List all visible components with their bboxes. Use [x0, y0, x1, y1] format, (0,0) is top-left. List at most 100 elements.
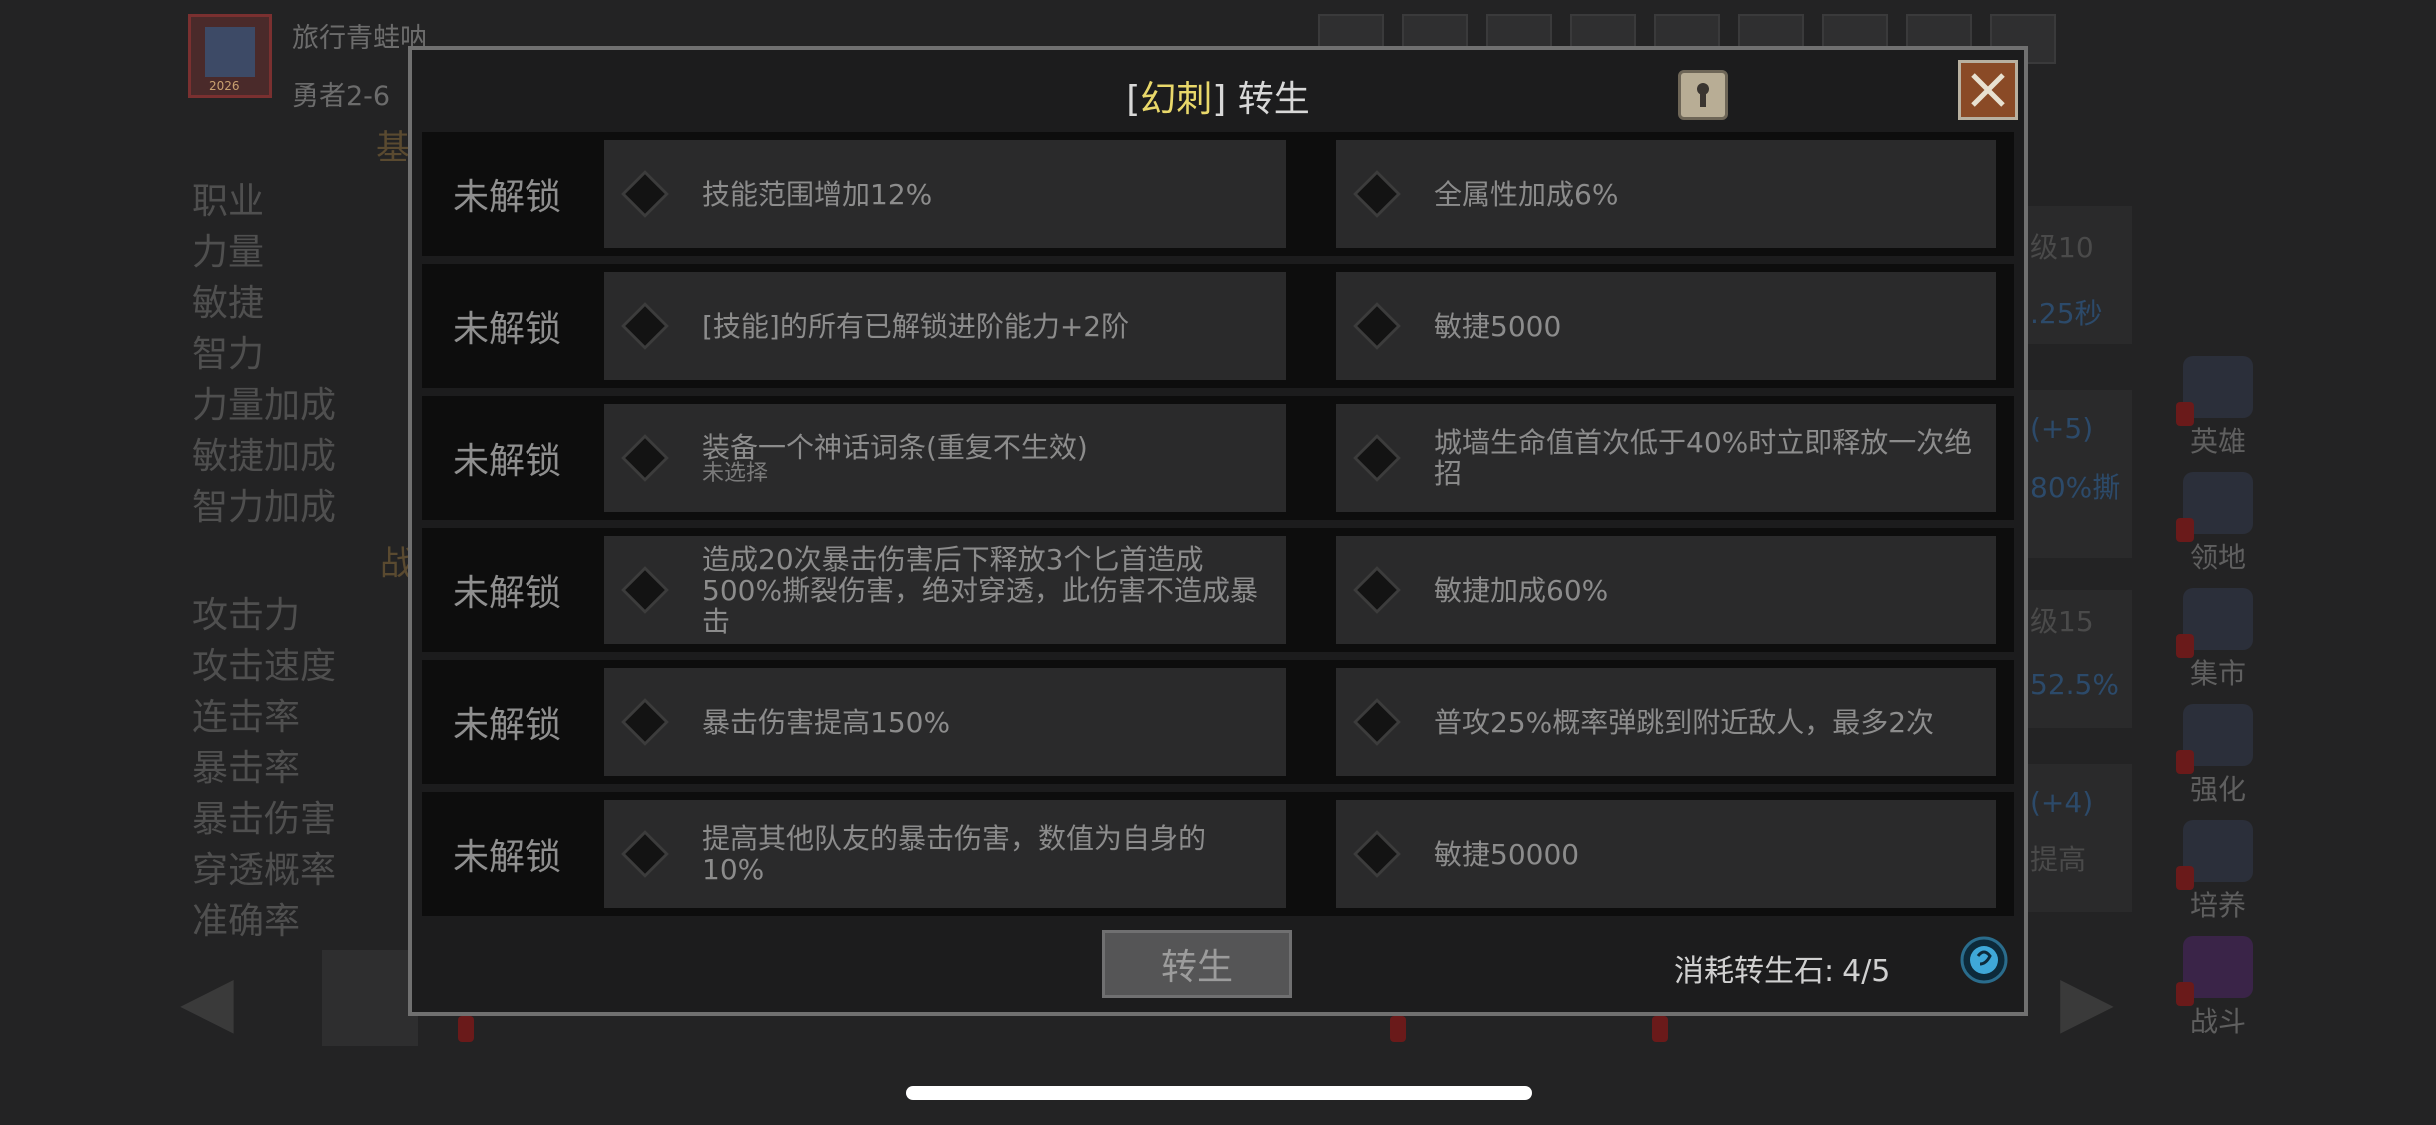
side-menu-market[interactable]: 集市 [2168, 588, 2268, 700]
rebirth-tier-row: 未解锁 提高其他队友的暴击伤害，数值为自身的10% 敏捷50000 [422, 792, 2014, 916]
dialog-title-text: 转生 [1237, 79, 1310, 120]
bonus-text: 提高其他队友的暴击伤害，数值为自身的10% [702, 822, 1207, 886]
bonus-text: 技能范围增加12% [702, 177, 933, 211]
rebirth-tier-row: 未解锁 造成20次暴击伤害后下释放3个匕首造成500%撕裂伤害，绝对穿透，此伤害… [422, 528, 2014, 652]
bonus-text: 敏捷5000 [1434, 309, 1562, 343]
dialog-title: [幻刺] 转生 [1126, 79, 1310, 120]
info-text: .25秒 [2030, 297, 2103, 330]
prev-arrow-icon[interactable]: ◀ [180, 960, 234, 1042]
base-stats-list: 职业 力量 敏捷 智力 力量加成 敏捷加成 智力加成 [192, 176, 336, 533]
diamond-icon [1352, 169, 1402, 219]
cost-label: 消耗转生石: [1674, 954, 1835, 989]
alert-icon [1390, 1016, 1406, 1042]
bonus-option-left[interactable]: 装备一个神话词条(重复不生效) 未选择 [604, 404, 1286, 512]
cost-value: 4/5 [1842, 954, 1891, 989]
bonus-option-left[interactable]: 技能范围增加12% [604, 140, 1286, 248]
bonus-text: 敏捷加成60% [1434, 573, 1609, 607]
info-text: (+5) [2030, 412, 2094, 445]
alert-icon [2176, 750, 2194, 774]
bonus-option-right[interactable]: 城墙生命值首次低于40%时立即释放一次绝招 [1336, 404, 1996, 512]
bonus-text: 装备一个神话词条(重复不生效) [702, 430, 1088, 464]
diamond-icon [1352, 829, 1402, 879]
diamond-icon [620, 301, 670, 351]
bonus-text: 敏捷50000 [1434, 837, 1580, 871]
home-indicator[interactable] [906, 1086, 1532, 1100]
player-level: 勇者2-6 [292, 81, 391, 112]
alert-icon [2176, 982, 2194, 1006]
bonus-option-left[interactable]: 提高其他队友的暴击伤害，数值为自身的10% [604, 800, 1286, 908]
bonus-text: 普攻25%概率弹跳到附近敌人，最多2次 [1434, 705, 1935, 739]
close-icon [1971, 73, 2005, 107]
stat-label: 力量加成 [192, 385, 337, 426]
side-menu-territory[interactable]: 领地 [2168, 472, 2268, 584]
stat-label: 智力加成 [192, 487, 337, 528]
stat-label: 敏捷 [192, 283, 265, 324]
rebirth-tier-row: 未解锁 技能范围增加12% 全属性加成6% [422, 132, 2014, 256]
side-menu-cultivate[interactable]: 培养 [2168, 820, 2268, 932]
rebirth-button[interactable]: 转生 [1102, 930, 1292, 998]
alert-icon [2176, 402, 2194, 426]
rebirth-cost: 消耗转生石: 4/5 [1674, 946, 1890, 990]
stat-label: 力量 [192, 232, 265, 273]
bonus-option-right[interactable]: 敏捷50000 [1336, 800, 1996, 908]
stat-label: 智力 [192, 334, 265, 375]
bonus-option-right[interactable]: 全属性加成6% [1336, 140, 1996, 248]
bonus-option-right[interactable]: 敏捷5000 [1336, 272, 1996, 380]
diamond-icon [1352, 565, 1402, 615]
alert-icon [1652, 1016, 1668, 1042]
bonus-option-left[interactable]: [技能]的所有已解锁进阶能力+2阶 [604, 272, 1286, 380]
bonus-text: [技能]的所有已解锁进阶能力+2阶 [702, 309, 1130, 343]
info-text: 提高 [2030, 843, 2087, 876]
combat-stats-list: 攻击力 攻击速度 连击率 暴击率 暴击伤害 穿透概率 准确率 [192, 590, 336, 947]
side-menu: 英雄 领地 集市 强化 培养 战斗 [2168, 352, 2268, 1048]
player-avatar[interactable]: 2026 [188, 14, 272, 98]
side-menu-hero[interactable]: 英雄 [2168, 356, 2268, 468]
diamond-icon [620, 169, 670, 219]
lock-status: 未解锁 [452, 309, 561, 350]
bonus-option-left[interactable]: 造成20次暴击伤害后下释放3个匕首造成500%撕裂伤害，绝对穿透，此伤害不造成暴… [604, 536, 1286, 644]
help-button[interactable] [1678, 70, 1728, 120]
avatar-year: 2026 [209, 79, 240, 93]
close-button[interactable] [1958, 60, 2018, 120]
stat-label: 暴击伤害 [192, 799, 337, 840]
stat-label: 准确率 [192, 901, 301, 942]
lock-status: 未解锁 [452, 177, 561, 218]
alert-icon [2176, 518, 2194, 542]
diamond-icon [1352, 301, 1402, 351]
bonus-text: 全属性加成6% [1434, 177, 1619, 211]
stat-label: 攻击速度 [192, 646, 337, 687]
bonus-option-right[interactable]: 敏捷加成60% [1336, 536, 1996, 644]
side-menu-battle[interactable]: 战斗 [2168, 936, 2268, 1048]
rebirth-tier-list: 未解锁 技能范围增加12% 全属性加成6% 未解锁 [技能]的所有已解锁进阶能力… [422, 132, 2014, 924]
rebirth-stone-icon [1960, 936, 2008, 984]
hero-slot[interactable] [322, 950, 418, 1046]
stat-label: 暴击率 [192, 748, 301, 789]
alert-icon [458, 1016, 474, 1042]
lock-status: 未解锁 [452, 837, 561, 878]
alert-icon [2176, 866, 2194, 890]
next-arrow-icon[interactable]: ▶ [2060, 960, 2114, 1042]
lock-status: 未解锁 [452, 705, 561, 746]
section-base-label: 基 [376, 128, 410, 168]
alert-icon [2176, 634, 2194, 658]
diamond-icon [1352, 433, 1402, 483]
bonus-text: 城墙生命值首次低于40%时立即释放一次绝招 [1434, 426, 1973, 490]
player-name: 旅行青蛙呐 [292, 23, 427, 54]
diamond-icon [620, 565, 670, 615]
bonus-text: 暴击伤害提高150% [702, 705, 951, 739]
class-tag: 幻刺 [1140, 79, 1213, 120]
info-text: 级10 [2030, 231, 2094, 264]
stat-label: 攻击力 [192, 595, 301, 636]
side-menu-enhance[interactable]: 强化 [2168, 704, 2268, 816]
avatar-face-icon [205, 27, 255, 77]
lock-status: 未解锁 [452, 573, 561, 614]
diamond-icon [620, 697, 670, 747]
info-icon [1694, 83, 1712, 107]
lock-status: 未解锁 [452, 441, 561, 482]
bonus-option-left[interactable]: 暴击伤害提高150% [604, 668, 1286, 776]
stat-label: 职业 [192, 181, 265, 222]
info-text: (+4) [2030, 786, 2094, 819]
stat-label: 穿透概率 [192, 850, 337, 891]
diamond-icon [1352, 697, 1402, 747]
bonus-option-right[interactable]: 普攻25%概率弹跳到附近敌人，最多2次 [1336, 668, 1996, 776]
